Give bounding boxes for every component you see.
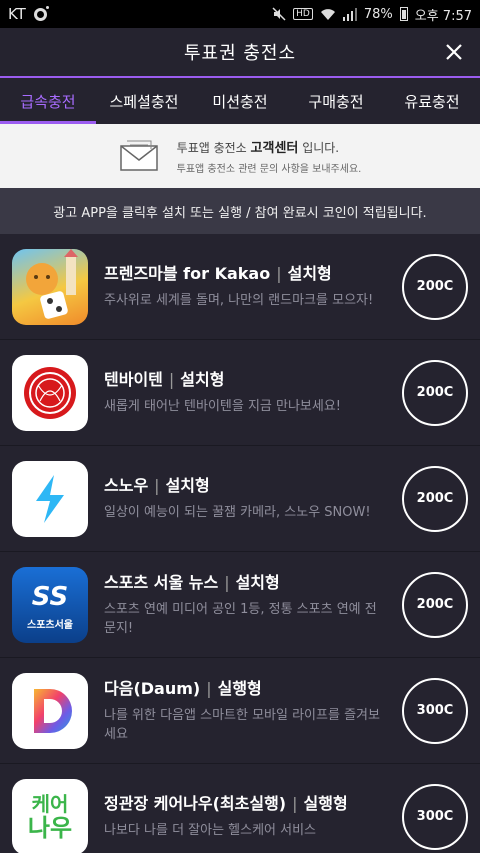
list-item[interactable]: SS 스포츠서울 스포츠 서울 뉴스 | 설치형 스포츠 연예 미디어 공인 1등,…: [0, 552, 480, 658]
sports-seoul-icon: SS 스포츠서울: [12, 566, 88, 643]
reward-button[interactable]: 200C: [402, 465, 468, 532]
item-description: 스포츠 연예 미디어 공인 1등, 정통 스포츠 연예 전문지!: [104, 601, 377, 636]
list-item[interactable]: 스노우 | 설치형 일상이 예능이 되는 꿀잼 카메라, 스노우 SNOW! 200…: [0, 446, 480, 552]
reward-button[interactable]: 300C: [402, 677, 468, 744]
tab-purchase-charge[interactable]: 구매충전: [288, 78, 384, 124]
battery-icon: [399, 7, 408, 21]
tab-rapid-charge[interactable]: 급속충전: [0, 78, 96, 124]
reward-button[interactable]: 200C: [402, 571, 468, 638]
item-title: 스노우 | 설치형: [104, 476, 210, 495]
signal-icon: [342, 7, 357, 21]
svg-text:SS: SS: [32, 582, 69, 612]
item-title: 다음(Daum) | 실행형: [104, 678, 262, 698]
offer-list: 프렌즈마블 for Kakao | 설치형 주사위로 세계를 돌며, 나만의 랜드마…: [0, 234, 480, 853]
reward-button[interactable]: 200C: [402, 359, 468, 426]
carenow-icon-label-top: 케어: [31, 791, 69, 816]
list-item[interactable]: 프렌즈마블 for Kakao | 설치형 주사위로 세계를 돌며, 나만의 랜드마…: [0, 234, 480, 340]
carenow-icon-label-bottom: 나우: [27, 813, 73, 842]
item-title: 스포츠 서울 뉴스 | 설치형: [104, 572, 280, 592]
item-description: 나보다 나를 더 잘아는 헬스케어 서비스: [104, 823, 317, 838]
sports-seoul-icon-label: 스포츠서울: [27, 619, 73, 631]
carrier-label: KT: [8, 5, 26, 23]
service-title: 투표앱 충전소 고객센터 입니다.: [176, 141, 340, 156]
battery-percent: 78%: [363, 6, 393, 22]
list-item[interactable]: 케어 나우 정관장 케어나우(최초실행) | 실행형 나보다 나를 더 잘아는 헬스…: [0, 764, 480, 853]
snow-icon: [12, 460, 88, 537]
service-subtitle: 투표앱 충전소 관련 문의 사항을 보내주세요.: [176, 164, 362, 175]
list-item[interactable]: 텐바이텐 | 설치형 새롭게 태어난 텐바이텐을 지금 만나보세요! 200C: [0, 340, 480, 446]
wifi-icon: [320, 8, 335, 20]
tenbyten-icon: [12, 354, 88, 431]
clock: 오후 7:57: [414, 8, 472, 24]
close-icon: [446, 44, 462, 60]
item-description: 나를 위한 다음앱 스마트한 모바일 라이프를 즐겨보세요: [104, 707, 380, 742]
reward-button[interactable]: 200C: [402, 253, 468, 320]
item-description: 주사위로 세계를 돌며, 나만의 랜드마크를 모으자!: [104, 293, 374, 308]
notice-bar: 광고 APP을 클릭후 설치 또는 실행 / 참여 완료시 코인이 적립됩니다.: [0, 188, 480, 234]
charge-tabs: 급속충전 스페셜충전 미션충전 구매충전 유료충전: [0, 76, 480, 124]
header: 투표권 충전소: [0, 28, 480, 76]
item-description: 일상이 예능이 되는 꿀잼 카메라, 스노우 SNOW!: [104, 505, 371, 520]
daum-icon: [12, 672, 88, 749]
tab-paid-charge[interactable]: 유료충전: [384, 78, 480, 124]
item-title: 프렌즈마블 for Kakao | 설치형: [104, 264, 332, 283]
tab-mission-charge[interactable]: 미션충전: [192, 78, 288, 124]
envelope-icon: [119, 140, 158, 171]
reward-button[interactable]: 300C: [402, 783, 468, 850]
carenow-icon: 케어 나우: [12, 778, 88, 853]
page-title: 투표권 충전소: [183, 43, 297, 64]
hd-icon: HD: [293, 8, 313, 20]
item-description: 새롭게 태어난 텐바이텐을 지금 만나보세요!: [104, 399, 342, 414]
item-title: 정관장 케어나우(최초실행) | 실행형: [104, 794, 348, 813]
customer-service-banner[interactable]: 투표앱 충전소 고객센터 입니다. 투표앱 충전소 관련 문의 사항을 보내주세…: [0, 124, 480, 188]
friends-marble-icon: [12, 248, 88, 325]
list-item[interactable]: 다음(Daum) | 실행형 나를 위한 다음앱 스마트한 모바일 라이프를 즐겨보…: [0, 658, 480, 764]
notification-icon: [33, 5, 49, 21]
close-button[interactable]: [438, 36, 470, 68]
status-bar: KT HD 78% 오후 7:57: [0, 0, 480, 28]
mute-icon: [272, 7, 286, 21]
item-title: 텐바이텐 | 설치형: [104, 370, 225, 389]
tab-special-charge[interactable]: 스페셜충전: [96, 78, 192, 124]
